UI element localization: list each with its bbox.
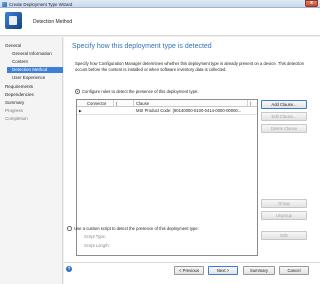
cell-open-paren — [116, 107, 133, 115]
add-clause-button[interactable]: Add Clause... — [261, 100, 307, 109]
script-length-label: Script Length: — [84, 243, 110, 248]
nav-item-dependencies[interactable]: Dependencies — [5, 92, 34, 98]
clause-grid[interactable]: Connector ( Clause ) ▶ MSI Product Code:… — [76, 99, 258, 256]
nav-item-completion: Completion — [5, 116, 28, 121]
nav-item-user-experience[interactable]: User Experience — [12, 75, 45, 81]
edit-clause-button[interactable]: Edit Clause... — [261, 112, 307, 121]
nav-item-summary[interactable]: Summary — [5, 100, 24, 106]
rules-radio-label: Configure rules to detect the presence o… — [82, 89, 199, 94]
nav-item-general[interactable]: General — [5, 43, 21, 49]
window-title: Create Deployment Type Wizard — [9, 1, 73, 7]
col-connector[interactable]: Connector — [85, 100, 114, 107]
nav-item-requirements[interactable]: Requirements — [5, 84, 33, 90]
footer-divider — [64, 262, 320, 263]
col-close-paren[interactable]: ) — [248, 100, 257, 107]
rules-radio[interactable] — [75, 89, 80, 94]
wizard-banner: Detection Method — [0, 8, 320, 36]
title-bar: Create Deployment Type Wizard x — [0, 0, 320, 8]
summary-button[interactable]: Summary — [243, 266, 275, 275]
table-row[interactable]: ▶ MSI Product Code: {90140000-0100-0414-… — [77, 107, 257, 115]
grid-header: Connector ( Clause ) — [77, 100, 257, 107]
group-button[interactable]: Group — [261, 199, 307, 208]
col-open-paren[interactable]: ( — [114, 100, 134, 107]
next-button[interactable]: Next > — [208, 266, 238, 275]
col-clause[interactable]: Clause — [134, 100, 248, 107]
nav-item-progress: Progress — [5, 108, 24, 113]
delete-clause-button[interactable]: Delete Clause — [261, 124, 307, 133]
wizard-app-icon — [2, 1, 7, 7]
nav-item-detection-method[interactable]: Detection Method — [7, 67, 63, 73]
script-radio-label: Use a custom script to detect the presen… — [74, 226, 199, 231]
page-heading: Specify how this deployment type is dete… — [72, 43, 212, 50]
banner-title: Detection Method — [33, 19, 73, 25]
nav-item-general-information[interactable]: General Information — [12, 51, 52, 57]
edit-script-button[interactable]: Edit — [261, 231, 307, 240]
cell-clause: MSI Product Code: {90140000-0100-0414-00… — [136, 108, 242, 113]
ungroup-button[interactable]: Ungroup — [261, 211, 307, 220]
main-content: Specify how this deployment type is dete… — [64, 37, 320, 284]
close-button[interactable]: x — [305, 0, 318, 7]
wizard-nav: General General Information Content Dete… — [0, 37, 63, 284]
cell-connector — [87, 107, 113, 115]
previous-button[interactable]: < Previous — [174, 266, 204, 275]
script-type-label: Script Type: — [84, 234, 107, 239]
row-selector-icon: ▶ — [79, 109, 82, 113]
script-radio[interactable] — [67, 226, 72, 231]
cancel-button[interactable]: Cancel — [279, 266, 309, 275]
cell-close-paren — [249, 107, 257, 115]
nav-item-content[interactable]: Content — [12, 59, 28, 65]
page-description: Specify how Configuration Manager determ… — [75, 61, 304, 72]
deployment-type-icon — [5, 12, 22, 29]
help-icon[interactable]: ? — [66, 266, 72, 272]
